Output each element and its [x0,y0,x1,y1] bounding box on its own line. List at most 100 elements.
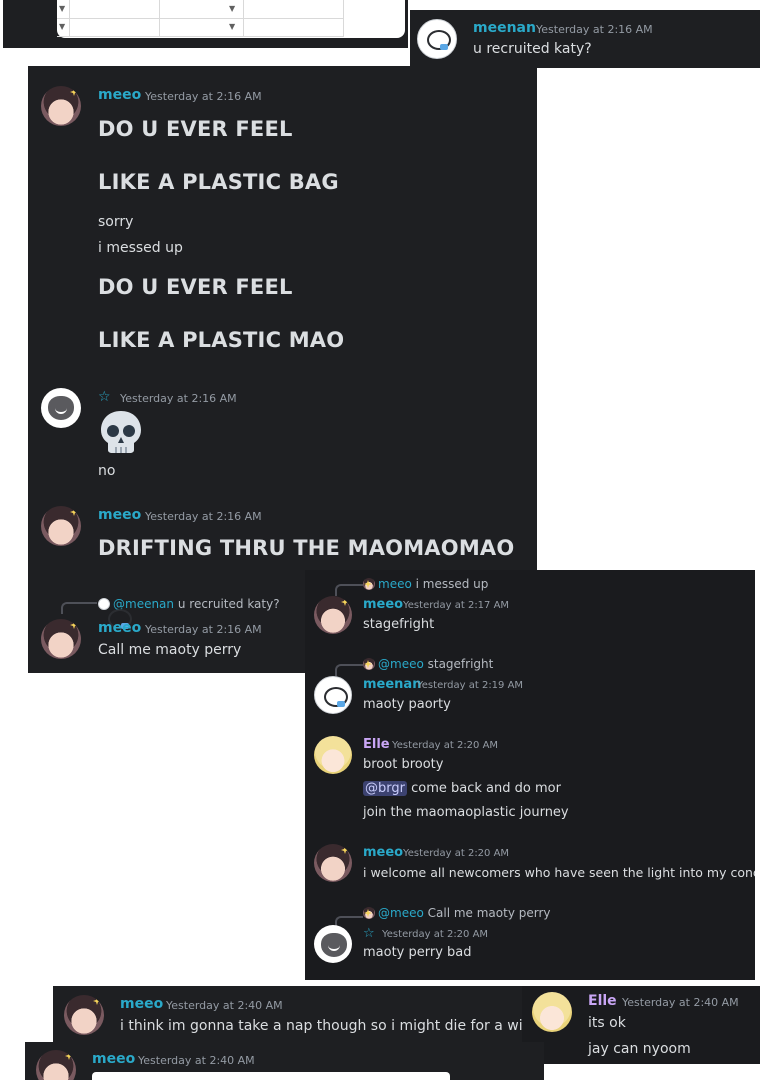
avatar[interactable] [41,506,81,546]
screenshot-bottom-message: meeo Yesterday at 2:40 AM [25,1042,544,1080]
timestamp: Yesterday at 2:16 AM [536,23,653,36]
message-text: sorry [98,214,134,230]
reply-username: @meeo [378,906,424,920]
message-group: @meeo stagefright meenan Yesterday at 2:… [305,650,755,720]
timestamp: Yesterday at 2:16 AM [145,623,262,636]
mini-avatar [363,658,375,670]
reply-connector [335,584,363,596]
message-text: maoty paorty [363,697,451,712]
screenshot-top-spreadsheet: ▼ ▼ ▼ ▼ [3,0,408,48]
reply-preview[interactable]: @meeo stagefright [363,657,493,671]
screenshot-chat-right: meeo i messed up meeo Yesterday at 2:17 … [305,570,755,980]
timestamp: Yesterday at 2:16 AM [145,510,262,523]
username[interactable]: ☆ [363,926,375,941]
message-text: Call me maoty perry [98,642,242,658]
message-text: maoty perry bad [363,945,472,960]
username[interactable]: Elle [588,993,617,1009]
username[interactable]: meeo [92,1051,135,1067]
timestamp: Yesterday at 2:17 AM [403,600,510,611]
message-group: meeo Yesterday at 2:20 AM i welcome all … [305,842,755,892]
message-text: come back and do mor [411,781,561,796]
reply-text: Call me maoty perry [427,906,551,920]
message-group: meeo i messed up meeo Yesterday at 2:17 … [305,570,755,640]
avatar[interactable] [314,925,352,963]
screenshot-elle-message: Elle Yesterday at 2:40 AM its ok jay can… [522,986,760,1064]
username[interactable]: ☆ [98,389,111,405]
reply-connector [335,664,363,676]
avatar[interactable] [64,995,104,1035]
message-text: i welcome all newcomers who have seen th… [363,865,755,880]
message-text: i think im gonna take a nap though so i … [120,1018,523,1034]
message-text: stagefright [363,617,435,632]
avatar[interactable] [41,619,81,659]
screenshot-nap-message: meeo Yesterday at 2:40 AM i think im gon… [53,986,523,1042]
dropdown-arrow-icon: ▼ [229,4,236,13]
reply-text: i messed up [415,577,489,591]
timestamp: Yesterday at 2:19 AM [417,680,524,691]
mini-avatar [363,578,375,590]
message-text: u recruited katy? [473,41,592,57]
timestamp: Yesterday at 2:20 AM [403,848,510,859]
message-line: @brgr come back and do mor [363,781,561,796]
username[interactable]: meenan [363,677,421,692]
username[interactable]: meeo [98,620,141,636]
message-text: no [98,463,116,479]
message-text: LIKE A PLASTIC MAO [98,328,345,352]
dropdown-arrow-icon: ▼ [59,22,66,31]
reply-preview[interactable]: meeo i messed up [363,577,488,591]
reply-username: @meeo [378,657,424,671]
reply-preview[interactable]: @meenan u recruited katy? [98,597,280,629]
avatar[interactable] [314,736,352,774]
mini-avatar [98,598,132,629]
timestamp: Yesterday at 2:16 AM [120,392,237,405]
timestamp: Yesterday at 2:20 AM [382,929,489,940]
username[interactable]: meeo [98,87,141,103]
avatar[interactable] [314,676,352,714]
message-text: DO U EVER FEEL [98,275,293,299]
message-text: DRIFTING THRU THE MAOMAOMAO [98,536,515,560]
avatar[interactable] [36,1050,76,1080]
mini-avatar [363,907,375,919]
avatar[interactable] [417,19,457,59]
avatar[interactable] [314,596,352,634]
message-group: meeo Yesterday at 2:16 AM DO U EVER FEEL… [28,66,537,366]
dropdown-arrow-icon: ▼ [59,4,66,13]
username[interactable]: meenan [473,20,536,36]
reply-text: u recruited katy? [177,597,280,611]
skull-emoji [101,411,141,453]
username[interactable]: meeo [98,507,141,523]
spreadsheet-fragment: ▼ ▼ ▼ ▼ [57,0,405,38]
timestamp: Yesterday at 2:40 AM [166,999,283,1012]
reply-connector [61,602,97,614]
message-text: broot brooty [363,757,444,772]
reply-text: stagefright [427,657,494,671]
message-text: LIKE A PLASTIC BAG [98,170,339,194]
message-group: Elle Yesterday at 2:20 AM broot brooty @… [305,734,755,824]
message-group: ☆ Yesterday at 2:16 AM no [28,381,537,481]
username[interactable]: Elle [363,737,390,752]
message-text: DO U EVER FEEL [98,117,293,141]
screenshot-meenan-message: meenan Yesterday at 2:16 AM u recruited … [410,10,760,68]
message-group: @meeo Call me maoty perry ☆ Yesterday at… [305,902,755,977]
username[interactable]: meeo [120,996,163,1012]
message-text: its ok [588,1015,626,1031]
timestamp: Yesterday at 2:16 AM [145,90,262,103]
message-text: join the maomaoplastic journey [363,805,569,820]
avatar[interactable] [41,86,81,126]
message-text: jay can nyoom [588,1041,691,1057]
message-group: meeo Yesterday at 2:16 AM DRIFTING THRU … [28,502,537,562]
message-text: i messed up [98,240,183,256]
avatar[interactable] [314,844,352,882]
user-mention[interactable]: @brgr [363,781,407,796]
timestamp: Yesterday at 2:40 AM [138,1054,255,1067]
embed-preview [92,1072,450,1080]
username[interactable]: meeo [363,597,403,612]
avatar[interactable] [532,992,572,1032]
username[interactable]: meeo [363,845,403,860]
reply-username: meeo [378,577,412,591]
timestamp: Yesterday at 2:40 AM [622,996,739,1009]
avatar[interactable] [41,388,81,428]
dropdown-arrow-icon: ▼ [229,22,236,31]
reply-preview[interactable]: @meeo Call me maoty perry [363,906,551,920]
timestamp: Yesterday at 2:20 AM [392,740,499,751]
